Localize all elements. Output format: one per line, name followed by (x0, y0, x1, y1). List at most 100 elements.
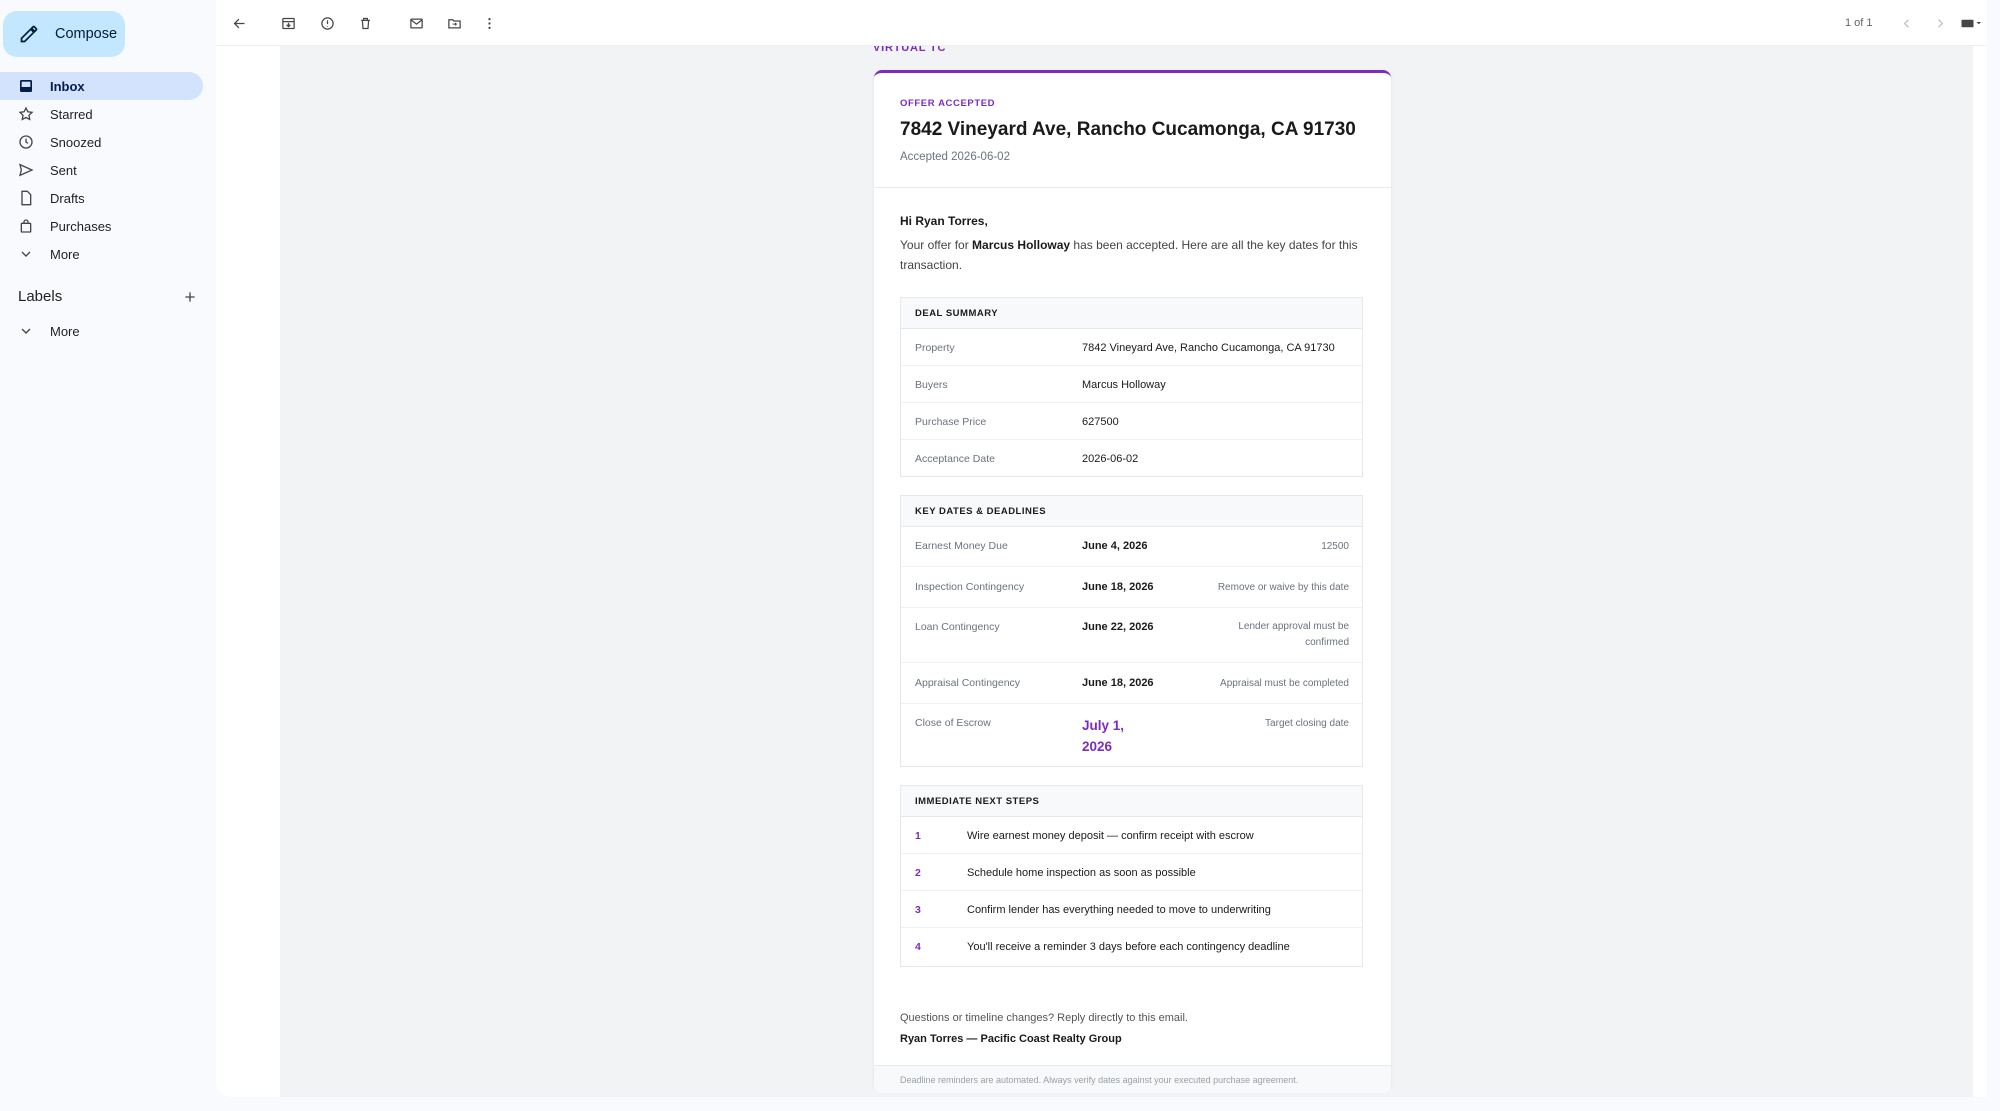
chevron-left-icon (1903, 18, 1909, 28)
table-row: Appraisal Contingency June 18, 2026 Appr… (901, 663, 1362, 704)
sidebar-item-label: Starred (50, 106, 93, 122)
row-label: Appraisal Contingency (915, 677, 1021, 689)
mark-unread-button[interactable] (406, 13, 426, 33)
mail-icon (409, 18, 423, 28)
row-value: 627500 (1082, 416, 1119, 428)
plus-icon[interactable] (182, 289, 198, 305)
sidebar-item-sent[interactable]: Sent (0, 156, 203, 184)
sidebar: Compose Inbox Starred Snoozed Sent Draft… (0, 0, 216, 1111)
next-steps-title: IMMEDIATE NEXT STEPS (901, 786, 1362, 817)
shopping-bag-icon (20, 219, 32, 233)
row-label: Loan Contingency (915, 621, 1000, 633)
compose-label: Compose (55, 26, 118, 42)
star-icon (18, 106, 34, 121)
arrow-left-icon (233, 18, 244, 28)
sidebar-item-label: Inbox (50, 78, 85, 94)
row-label: Earnest Money Due (915, 540, 1008, 552)
message-body-area: VIRTUAL TC OFFER ACCEPTED 7842 Vineyard … (280, 46, 1987, 1097)
sidebar-item-starred[interactable]: Starred (0, 100, 203, 128)
list-item: 4 You'll receive a reminder 3 days befor… (901, 928, 1362, 965)
property-title: 7842 Vineyard Ave, Rancho Cucamonga, CA … (900, 119, 1356, 140)
row-date: June 4, 2026 (1082, 540, 1148, 552)
more-options-button[interactable] (479, 13, 499, 33)
row-date: June 22, 2026 (1082, 621, 1154, 633)
delete-button[interactable] (355, 13, 375, 33)
clock-icon (19, 135, 33, 149)
nav-list: Inbox Starred Snoozed Sent Drafts Purcha… (0, 72, 203, 268)
row-label: Property (915, 342, 955, 354)
step-number: 3 (915, 904, 921, 916)
labels-header: Labels (18, 288, 198, 305)
row-label: Close of Escrow (915, 717, 991, 729)
deal-summary-box: DEAL SUMMARY Property 7842 Vineyard Ave,… (900, 297, 1363, 477)
row-note: Appraisal must be completed (1220, 678, 1349, 689)
pager-count: 1 of 1 (1845, 17, 1873, 29)
sidebar-item-more[interactable]: More (0, 240, 203, 268)
main-panel: 1 of 1 VIRTUAL TC OFFER ACCEPTED 7842 Vi… (216, 0, 1987, 1097)
signature: Ryan Torres — Pacific Coast Realty Group (900, 1033, 1122, 1045)
table-row: Purchase Price 627500 (901, 403, 1362, 440)
row-note: 12500 (1321, 541, 1349, 552)
row-note: Lender approval must be confirmed (1238, 621, 1349, 648)
keyboard-icon (1961, 19, 1981, 27)
folder-move-icon (447, 18, 461, 28)
row-value: 2026-06-02 (1082, 453, 1139, 465)
sidebar-item-purchases[interactable]: Purchases (0, 212, 203, 240)
message-toolbar: 1 of 1 (216, 0, 1987, 46)
intro-paragraph: Your offer for Marcus Holloway has been … (900, 235, 1370, 275)
labels-more-label: More (50, 323, 80, 339)
step-number: 4 (915, 941, 921, 953)
draft-icon (21, 190, 32, 206)
sidebar-item-inbox[interactable]: Inbox (0, 72, 203, 100)
more-vert-icon (487, 17, 491, 29)
back-button[interactable] (229, 13, 249, 33)
report-spam-button[interactable] (317, 13, 337, 33)
list-item: 2 Schedule home inspection as soon as po… (901, 854, 1362, 891)
sidebar-item-drafts[interactable]: Drafts (0, 184, 203, 212)
table-row: Acceptance Date 2026-06-02 (901, 440, 1362, 477)
archive-icon (281, 17, 295, 29)
chevron-down-icon (21, 251, 31, 257)
deal-summary-title: DEAL SUMMARY (901, 298, 1362, 329)
footer-disclaimer: Deadline reminders are automated. Always… (900, 1075, 1299, 1085)
step-text: Wire earnest money deposit — confirm rec… (967, 830, 1254, 842)
archive-button[interactable] (278, 13, 298, 33)
buyer-name: Marcus Holloway (972, 238, 1071, 252)
step-text: You'll receive a reminder 3 days before … (967, 941, 1290, 953)
row-date: June 18, 2026 (1082, 677, 1154, 689)
table-row: Buyers Marcus Holloway (901, 366, 1362, 403)
row-label: Purchase Price (915, 416, 987, 428)
labels-more-item[interactable]: More (0, 317, 203, 345)
older-button[interactable] (1930, 13, 1950, 33)
key-dates-title: KEY DATES & DEADLINES (901, 496, 1362, 527)
status-badge: OFFER ACCEPTED (900, 98, 996, 109)
email-card: OFFER ACCEPTED 7842 Vineyard Ave, Rancho… (874, 70, 1391, 1093)
row-date: June 18, 2026 (1082, 581, 1154, 593)
table-row: Close of Escrow July 1, 2026 Target clos… (901, 704, 1362, 766)
email-header: OFFER ACCEPTED 7842 Vineyard Ave, Rancho… (874, 73, 1391, 188)
move-to-button[interactable] (444, 13, 464, 33)
input-tools-button[interactable] (1956, 13, 1988, 33)
next-steps-box: IMMEDIATE NEXT STEPS 1 Wire earnest mone… (900, 785, 1363, 967)
alert-circle-icon (320, 16, 334, 30)
row-value: Marcus Holloway (1082, 379, 1166, 391)
sidebar-item-label: Snoozed (50, 134, 102, 150)
intro-text: Your offer for (900, 238, 973, 252)
step-number: 1 (915, 830, 921, 842)
row-label: Acceptance Date (915, 453, 995, 465)
step-number: 2 (915, 867, 921, 879)
sidebar-item-label: Sent (50, 162, 77, 178)
row-label: Inspection Contingency (915, 581, 1025, 593)
chevron-right-icon (1937, 18, 1943, 28)
sidebar-item-snoozed[interactable]: Snoozed (0, 128, 203, 156)
sidebar-item-label: More (50, 246, 80, 262)
list-item: 1 Wire earnest money deposit — confirm r… (901, 817, 1362, 854)
closing-line: Questions or timeline changes? Reply dir… (900, 1012, 1188, 1024)
labels-title: Labels (18, 288, 63, 305)
scrollbar[interactable] (1973, 46, 1987, 1097)
sidebar-item-label: Drafts (50, 190, 85, 206)
compose-button[interactable]: Compose (3, 11, 125, 57)
chevron-down-icon (21, 328, 31, 334)
newer-button[interactable] (1896, 13, 1916, 33)
list-item: 3 Confirm lender has everything needed t… (901, 891, 1362, 928)
